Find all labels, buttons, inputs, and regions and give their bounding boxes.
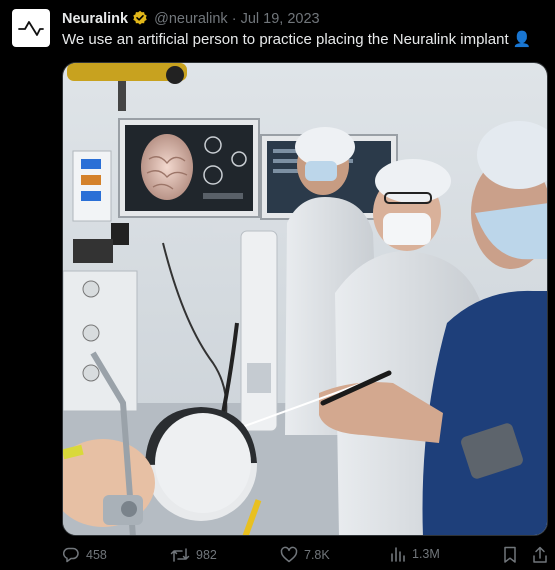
avatar[interactable] xyxy=(12,9,50,47)
share-button[interactable] xyxy=(532,546,548,564)
verified-badge-icon[interactable] xyxy=(132,10,148,31)
tweet-photo[interactable] xyxy=(62,62,548,536)
reply-count: 458 xyxy=(86,548,107,562)
like-count: 7.8K xyxy=(304,548,330,562)
reply-icon xyxy=(62,547,79,563)
like-button[interactable]: 7.8K xyxy=(280,546,330,564)
neuralink-logo-icon xyxy=(18,21,44,36)
action-bar: 458 982 7.8K 1.3M xyxy=(62,546,548,566)
views-button[interactable]: 1.3M xyxy=(390,546,440,562)
author-name[interactable]: Neuralink xyxy=(62,11,128,27)
bookmark-button[interactable] xyxy=(502,546,518,564)
bookmark-icon xyxy=(504,546,516,563)
repost-count: 982 xyxy=(196,548,217,562)
tweet-date[interactable]: Jul 19, 2023 xyxy=(241,11,320,27)
author-handle[interactable]: @neuralink xyxy=(154,11,228,27)
emoji: 👤 xyxy=(512,31,532,48)
views-chart-icon xyxy=(391,547,405,562)
tweet-text: We use an artificial person to practice … xyxy=(62,31,509,48)
tweet-text-container: We use an artificial person to practice … xyxy=(62,31,531,49)
tweet-header: Neuralink @neuralink · Jul 19, 2023 xyxy=(62,10,320,31)
operating-room-photo xyxy=(63,63,547,535)
heart-icon xyxy=(280,546,298,563)
repost-icon xyxy=(170,548,190,562)
share-icon xyxy=(533,546,547,563)
reply-button[interactable]: 458 xyxy=(62,546,107,564)
separator-dot: · xyxy=(231,11,237,27)
views-count: 1.3M xyxy=(412,547,440,561)
tweet: Neuralink @neuralink · Jul 19, 2023 We u… xyxy=(0,0,555,570)
repost-button[interactable]: 982 xyxy=(170,546,217,564)
